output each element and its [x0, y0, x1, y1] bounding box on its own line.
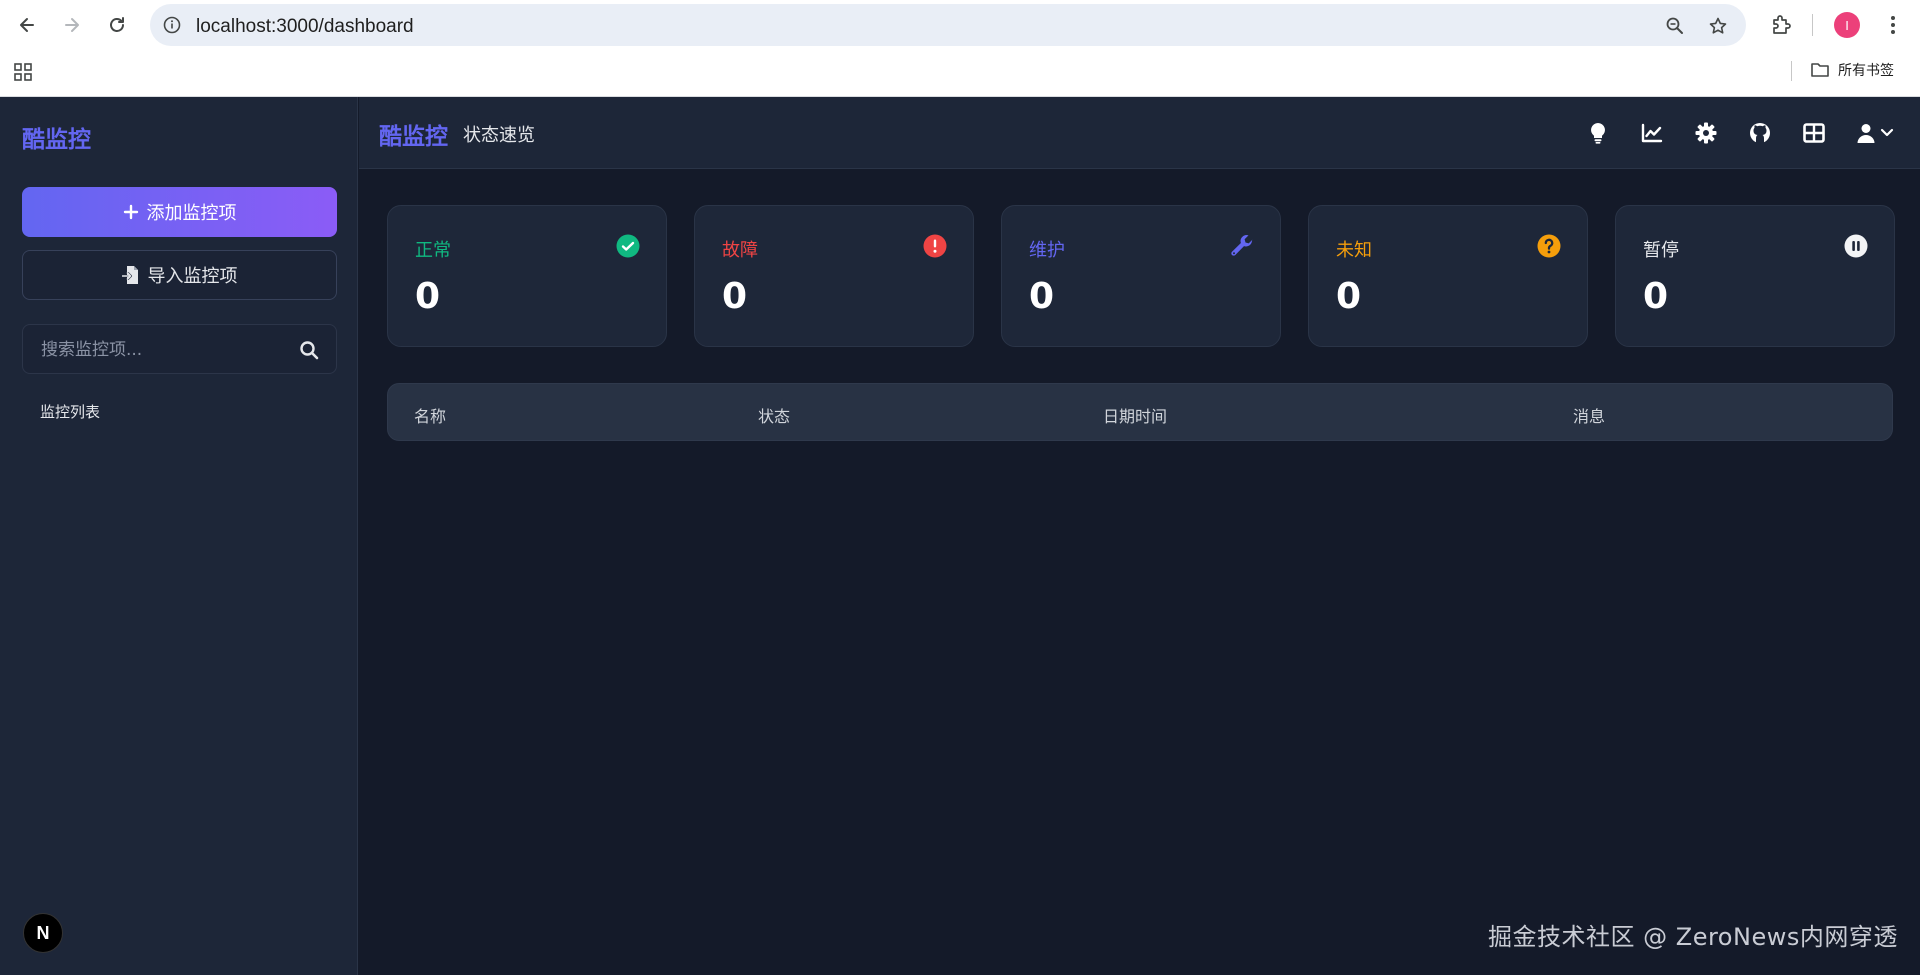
stat-value: 0	[415, 276, 441, 317]
folder-icon	[1811, 63, 1829, 77]
site-info-icon[interactable]	[162, 15, 182, 35]
column-header-datetime[interactable]: 日期时间	[1103, 403, 1167, 427]
sidebar: 酷监控 添加监控项 导入监控项 监控列表 N	[0, 97, 358, 975]
monitor-list-heading: 监控列表	[40, 403, 101, 421]
browser-toolbar: localhost:3000/dashboard I	[0, 0, 1920, 50]
chevron-down-icon	[1880, 128, 1894, 137]
dashboard-main: 正常 0 故障 0 维护 0 未知 0 暂停 0 名称 状态 日期时间 消息	[359, 169, 1920, 975]
top-header: 酷监控 状态速览	[359, 97, 1920, 169]
stat-card-unknown: 未知 0	[1308, 205, 1588, 347]
toolbar-divider	[1812, 14, 1813, 36]
stat-value: 0	[1029, 276, 1055, 317]
gear-icon[interactable]	[1694, 121, 1718, 145]
search-input[interactable]	[41, 337, 281, 363]
stat-label: 故障	[722, 240, 758, 261]
header-logo[interactable]: 酷监控	[379, 117, 448, 151]
forward-button[interactable]	[57, 10, 87, 40]
import-monitor-label: 导入监控项	[147, 266, 238, 287]
exclamation-circle-icon	[923, 234, 947, 258]
add-monitor-label: 添加监控项	[146, 203, 237, 224]
arrow-right-icon	[65, 18, 79, 32]
address-bar[interactable]: localhost:3000/dashboard	[150, 4, 1746, 46]
chart-line-icon[interactable]	[1640, 121, 1664, 145]
stat-label: 正常	[415, 240, 451, 261]
sidebar-logo[interactable]: 酷监控	[22, 120, 91, 154]
stat-value: 0	[1336, 276, 1362, 317]
browser-chrome: localhost:3000/dashboard I 所有书签	[0, 0, 1920, 97]
app-root: 酷监控 添加监控项 导入监控项 监控列表 N 酷监控 状态速览	[0, 97, 1920, 975]
github-icon[interactable]	[1748, 121, 1772, 145]
page-title: 状态速览	[463, 125, 535, 146]
nextjs-dev-badge[interactable]: N	[23, 913, 63, 953]
stat-card-up: 正常 0	[387, 205, 667, 347]
arrow-left-icon	[20, 18, 34, 32]
back-button[interactable]	[12, 10, 42, 40]
reload-button[interactable]	[102, 10, 132, 40]
stat-label: 未知	[1336, 240, 1372, 261]
stat-value: 0	[722, 276, 748, 317]
user-menu-button[interactable]	[1855, 121, 1895, 145]
table-grid-icon[interactable]	[1802, 121, 1826, 145]
monitor-search	[22, 324, 337, 374]
search-icon[interactable]	[297, 338, 321, 362]
plus-icon	[123, 204, 138, 220]
stat-value: 0	[1643, 276, 1669, 317]
watermark-text: 掘金技术社区 @ ZeroNews内网穿透	[1488, 923, 1898, 951]
apps-grid-icon[interactable]	[13, 62, 35, 84]
column-header-message[interactable]: 消息	[1573, 403, 1605, 427]
column-header-name[interactable]: 名称	[414, 403, 446, 427]
lightbulb-icon[interactable]	[1586, 121, 1610, 145]
file-import-icon	[121, 266, 138, 284]
question-circle-icon	[1537, 234, 1561, 258]
stat-label: 维护	[1029, 240, 1065, 261]
user-icon	[1857, 124, 1875, 143]
bookmarks-bar: 所有书签	[0, 55, 1920, 87]
wrench-icon	[1230, 234, 1254, 258]
stat-card-paused: 暂停 0	[1615, 205, 1895, 347]
add-monitor-button[interactable]: 添加监控项	[22, 187, 337, 237]
bookmarks-divider	[1791, 61, 1792, 81]
stat-card-down: 故障 0	[694, 205, 974, 347]
monitor-table-header: 名称 状态 日期时间 消息	[387, 383, 1893, 441]
pause-circle-icon	[1844, 234, 1868, 258]
column-header-status[interactable]: 状态	[758, 403, 790, 427]
all-bookmarks-label: 所有书签	[1838, 63, 1894, 79]
stat-card-maintenance: 维护 0	[1001, 205, 1281, 347]
profile-avatar[interactable]: I	[1834, 12, 1860, 38]
zoom-icon[interactable]	[1664, 15, 1686, 37]
all-bookmarks-folder[interactable]: 所有书签	[1810, 60, 1894, 80]
stat-label: 暂停	[1643, 240, 1679, 261]
import-monitor-button[interactable]: 导入监控项	[22, 250, 337, 300]
bookmark-star-icon[interactable]	[1707, 15, 1729, 37]
reload-icon	[110, 17, 124, 32]
url-text[interactable]: localhost:3000/dashboard	[196, 16, 414, 38]
menu-kebab-icon[interactable]	[1880, 12, 1906, 38]
check-circle-icon	[616, 234, 640, 258]
extensions-icon[interactable]	[1768, 12, 1794, 38]
